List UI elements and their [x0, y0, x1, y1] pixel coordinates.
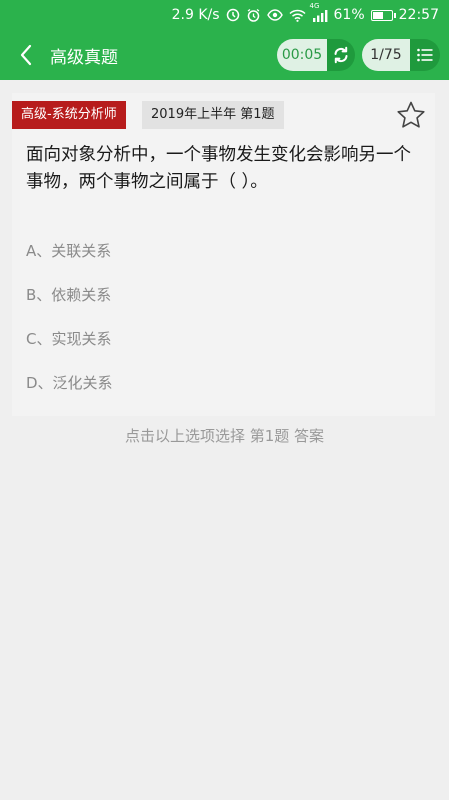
refresh-button[interactable]	[327, 39, 355, 71]
option-d[interactable]: D、泛化关系	[26, 365, 406, 401]
year-tag: 2019年上半年 第1题	[142, 101, 284, 129]
answer-hint: 点击以上选项选择 第1题 答案	[124, 427, 325, 445]
app-bar: 高级真题 00:05 1/75	[0, 30, 449, 80]
back-button[interactable]	[12, 40, 40, 70]
question-text: 面向对象分析中，一个事物发生变化会影响另一个事物，两个事物之间属于（ ）。	[26, 145, 411, 192]
question-pager[interactable]: 1/75	[362, 39, 410, 71]
chevron-left-icon	[20, 44, 32, 66]
alarm-icon	[246, 8, 261, 23]
page-title: 高级真题	[50, 48, 118, 68]
subject-tag: 高级-系统分析师	[12, 101, 126, 129]
refresh-icon	[334, 46, 348, 64]
option-c[interactable]: C、实现关系	[26, 321, 406, 357]
star-icon	[397, 101, 425, 128]
battery-percent: 61%	[333, 7, 365, 23]
list-icon	[417, 48, 433, 62]
network-speed: 2.9 K/s	[171, 7, 220, 23]
timer-display: 00:05	[277, 39, 327, 71]
data-saver-icon	[226, 8, 240, 22]
favorite-button[interactable]	[395, 99, 427, 131]
option-b[interactable]: B、依赖关系	[26, 277, 406, 313]
battery-icon	[370, 9, 396, 21]
question-card: 高级-系统分析师 2019年上半年 第1题 面向对象分析中，一个事物发生变化会影…	[12, 93, 435, 416]
option-a[interactable]: A、关联关系	[26, 233, 406, 269]
status-bar: 2.9 K/s 4G 61% 22:57	[0, 0, 449, 30]
clock-time: 22:57	[398, 7, 439, 23]
wifi-icon	[289, 9, 306, 22]
network-type-label: 4G	[309, 1, 320, 10]
cell-signal-icon: 4G	[310, 2, 328, 22]
question-list-button[interactable]	[410, 39, 440, 71]
eye-icon	[266, 9, 283, 21]
